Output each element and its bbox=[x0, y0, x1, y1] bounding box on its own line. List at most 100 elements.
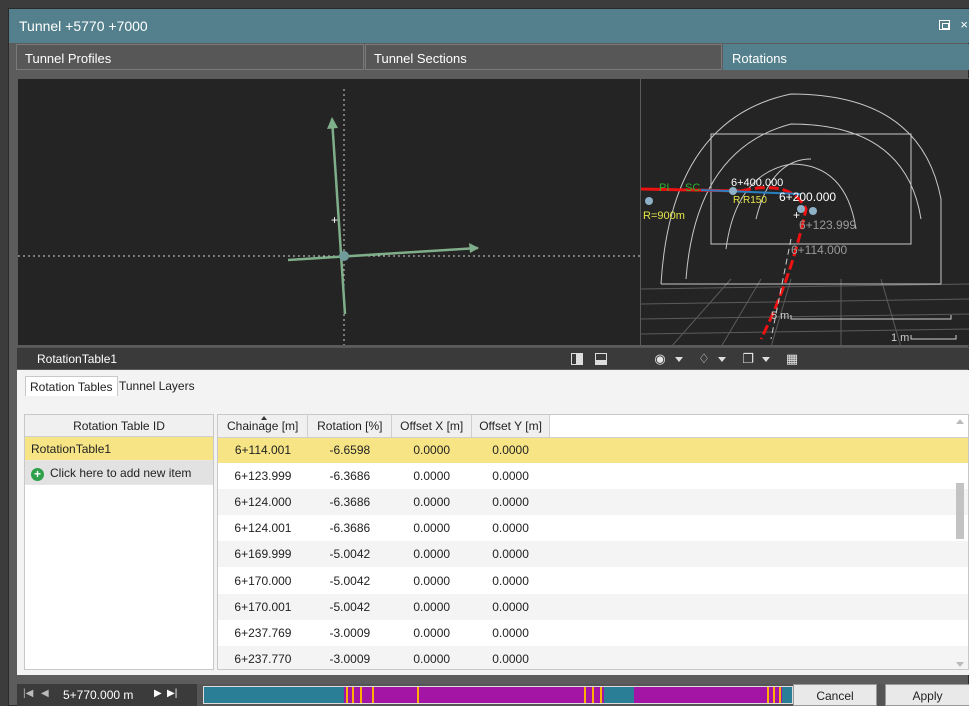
table-cell[interactable]: -6.3686 bbox=[308, 515, 392, 541]
list-item[interactable]: RotationTable1 bbox=[25, 437, 213, 461]
chainage-navigator: |◀ ◀ 5+770.000 m ▶ ▶| bbox=[17, 684, 197, 706]
table-row[interactable]: 6+114.001 -6.6598 0.0000 0.0000 bbox=[218, 437, 968, 464]
column-header[interactable]: Offset Y [m] bbox=[471, 415, 550, 438]
timeline-tick bbox=[767, 687, 769, 703]
rotation-axes-view[interactable]: + bbox=[17, 78, 643, 346]
table-cell[interactable]: -5.0042 bbox=[307, 593, 392, 620]
table-cell[interactable]: 6+124.000 bbox=[218, 489, 308, 516]
table-cell[interactable]: 0.0000 bbox=[391, 489, 472, 516]
render-mode-icon[interactable]: ♢ bbox=[696, 351, 712, 367]
tunnel-3d-view[interactable]: PI SC 6+400.000 6+200.000 R:R150 R=900m … bbox=[640, 78, 969, 346]
chainage-timeline[interactable] bbox=[203, 686, 793, 704]
table-cell[interactable]: 0.0000 bbox=[392, 515, 472, 541]
label-ch3: 6+123.999 bbox=[799, 218, 856, 232]
next-icon[interactable]: ▶ bbox=[154, 688, 162, 699]
vertical-scrollbar[interactable] bbox=[956, 415, 964, 669]
table-row[interactable]: 6+124.001 -6.3686 0.0000 0.0000 bbox=[218, 515, 968, 541]
table-cell[interactable]: -6.6598 bbox=[307, 437, 392, 464]
grid-icon[interactable]: ▦ bbox=[784, 351, 800, 367]
last-icon[interactable]: ▶| bbox=[167, 688, 177, 699]
table-cell[interactable]: 6+170.000 bbox=[218, 567, 308, 593]
apply-button[interactable]: Apply bbox=[885, 684, 969, 706]
table-cell[interactable]: 0.0000 bbox=[472, 620, 550, 646]
tab-tunnel-layers[interactable]: Tunnel Layers bbox=[115, 376, 199, 396]
timeline-segment bbox=[634, 687, 782, 703]
rotation-table-name: RotationTable1 bbox=[37, 352, 118, 366]
table-cell[interactable]: 6+169.999 bbox=[218, 541, 308, 568]
chevron-down-icon[interactable] bbox=[762, 357, 770, 362]
column-header[interactable]: Chainage [m] bbox=[218, 415, 309, 438]
table-cell[interactable]: -3.0009 bbox=[307, 645, 392, 669]
table-cell[interactable]: 6+237.770 bbox=[218, 645, 308, 669]
table-cell[interactable]: 0.0000 bbox=[472, 463, 550, 489]
table-cell[interactable]: 0.0000 bbox=[471, 593, 550, 620]
table-cell[interactable]: 0.0000 bbox=[392, 567, 472, 593]
table-row[interactable]: 6+237.769 -3.0009 0.0000 0.0000 bbox=[218, 620, 968, 646]
table-cell[interactable]: 6+114.001 bbox=[218, 437, 308, 464]
tab-tunnel-sections[interactable]: Tunnel Sections bbox=[365, 44, 722, 70]
x-axis-arrow bbox=[287, 246, 479, 262]
table-cell[interactable]: 0.0000 bbox=[392, 463, 472, 489]
tab-tunnel-profiles[interactable]: Tunnel Profiles bbox=[16, 44, 364, 70]
view-sphere-icon[interactable]: ◉ bbox=[652, 351, 668, 367]
table-cell[interactable]: 0.0000 bbox=[392, 620, 472, 646]
tab-rotations[interactable]: Rotations bbox=[723, 44, 969, 70]
table-cell[interactable]: 0.0000 bbox=[471, 437, 550, 464]
table-row[interactable]: 6+124.000 -6.3686 0.0000 0.0000 bbox=[218, 489, 968, 516]
label-ch2: 6+200.000 bbox=[779, 190, 836, 204]
scroll-thumb[interactable] bbox=[956, 483, 964, 539]
table-cell[interactable]: -6.3686 bbox=[307, 489, 392, 516]
split-vertical-icon[interactable] bbox=[571, 353, 583, 365]
add-new-item-label: Click here to add new item bbox=[50, 466, 192, 480]
cancel-button[interactable]: Cancel bbox=[793, 684, 877, 706]
previous-icon[interactable]: ◀ bbox=[41, 688, 49, 699]
table-cell[interactable]: 0.0000 bbox=[472, 515, 550, 541]
tunnel-3d-canvas: PI SC 6+400.000 6+200.000 R:R150 R=900m … bbox=[641, 93, 969, 345]
table-cell[interactable]: 6+237.769 bbox=[218, 620, 308, 646]
table-row[interactable]: 6+237.770 -3.0009 0.0000 0.0000 bbox=[218, 645, 968, 669]
table-cell[interactable]: 0.0000 bbox=[471, 541, 550, 568]
column-header[interactable]: Rotation [%] bbox=[307, 415, 393, 438]
table-cell[interactable]: -5.0042 bbox=[307, 541, 392, 568]
cube-view-icon[interactable]: ❐ bbox=[740, 351, 756, 367]
table-cell[interactable]: -5.0042 bbox=[308, 567, 392, 593]
table-row[interactable]: 6+169.999 -5.0042 0.0000 0.0000 bbox=[218, 541, 968, 568]
sort-ascending-icon bbox=[261, 416, 267, 420]
table-cell[interactable]: -6.3686 bbox=[308, 463, 392, 489]
scroll-up-icon[interactable] bbox=[956, 419, 964, 424]
table-cell[interactable]: 0.0000 bbox=[391, 541, 472, 568]
scroll-down-icon[interactable] bbox=[956, 662, 964, 667]
table-cell[interactable]: 0.0000 bbox=[471, 645, 550, 669]
chevron-down-icon[interactable] bbox=[718, 357, 726, 362]
column-header[interactable]: Offset X [m] bbox=[391, 415, 473, 438]
table-row[interactable]: 6+170.000 -5.0042 0.0000 0.0000 bbox=[218, 567, 968, 593]
table-cell[interactable]: 6+124.001 bbox=[218, 515, 308, 541]
table-row[interactable]: 6+123.999 -6.3686 0.0000 0.0000 bbox=[218, 463, 968, 489]
tab-rotation-tables[interactable]: Rotation Tables bbox=[25, 376, 118, 396]
table-cell[interactable]: 6+170.001 bbox=[218, 593, 308, 620]
table-cell[interactable]: 0.0000 bbox=[391, 645, 472, 669]
table-cell[interactable]: 0.0000 bbox=[472, 567, 550, 593]
table-cell[interactable]: 0.0000 bbox=[471, 489, 550, 516]
table-row[interactable]: 6+170.001 -5.0042 0.0000 0.0000 bbox=[218, 593, 968, 620]
close-icon[interactable]: × bbox=[960, 17, 968, 32]
table-cell[interactable]: 0.0000 bbox=[391, 437, 472, 464]
chainage-value[interactable]: 5+770.000 m bbox=[63, 688, 133, 702]
table-cell[interactable]: -3.0009 bbox=[308, 620, 392, 646]
row-filler bbox=[550, 515, 969, 541]
add-new-item-row[interactable]: + Click here to add new item bbox=[25, 461, 213, 485]
column-header-label: Chainage [m] bbox=[227, 418, 299, 433]
restore-icon[interactable] bbox=[939, 20, 950, 30]
first-icon[interactable]: |◀ bbox=[23, 688, 33, 699]
row-filler bbox=[549, 489, 968, 516]
split-horizontal-icon[interactable] bbox=[595, 353, 607, 365]
table-cell[interactable]: 0.0000 bbox=[391, 593, 472, 620]
rotation-grid: Chainage [m] Rotation [%] Offset X [m] Offs… bbox=[217, 414, 969, 670]
timeline-tick bbox=[372, 687, 374, 703]
svg-text:+: + bbox=[331, 213, 338, 227]
timeline-tick bbox=[352, 687, 354, 703]
chevron-down-icon[interactable] bbox=[675, 357, 683, 362]
table-cell[interactable]: 6+123.999 bbox=[218, 463, 308, 489]
timeline-tick bbox=[779, 687, 781, 703]
id-column-header[interactable]: Rotation Table ID bbox=[25, 415, 213, 437]
